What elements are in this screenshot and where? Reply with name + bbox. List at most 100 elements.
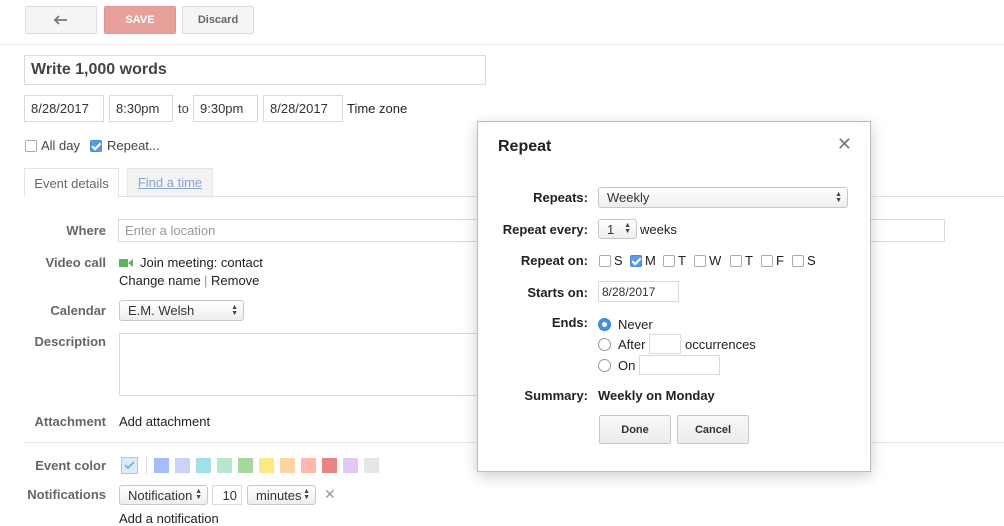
repeat-checkbox[interactable] [90, 140, 102, 152]
event-color-label: Event color [35, 458, 106, 473]
video-call-label: Video call [45, 255, 106, 270]
done-button[interactable]: Done [599, 415, 671, 444]
color-swatch[interactable] [364, 458, 379, 473]
color-swatch[interactable] [196, 458, 211, 473]
where-label: Where [66, 223, 106, 238]
notification-unit-value: minutes [256, 487, 302, 503]
add-notification-link[interactable]: Add a notification [119, 511, 219, 526]
day-label: M [645, 253, 656, 268]
timezone-link[interactable]: Time zone [347, 101, 407, 116]
color-swatch[interactable] [259, 458, 274, 473]
day-checkbox-wednesday[interactable] [694, 255, 706, 267]
occurrences-input[interactable] [649, 334, 681, 354]
starts-on-input[interactable]: 8/28/2017 [598, 281, 679, 302]
notification-amount-input[interactable]: 10 [212, 485, 242, 505]
remove-notification-icon[interactable]: ✕ [324, 486, 336, 503]
ends-on-date-input[interactable] [639, 355, 720, 375]
ends-after-label: After [618, 337, 646, 352]
summary-value: Weekly on Monday [598, 388, 715, 403]
day-checkbox-thursday[interactable] [730, 255, 742, 267]
tab-event-details[interactable]: Event details [24, 168, 119, 197]
description-label: Description [34, 334, 106, 349]
color-swatch[interactable] [154, 458, 169, 473]
select-arrows-icon: ▲ ▼ [303, 488, 310, 501]
join-meeting-link[interactable]: Join meeting: contact [140, 255, 263, 270]
day-label: S [807, 253, 816, 268]
day-checkbox-saturday[interactable] [792, 255, 804, 267]
day-checkbox-tuesday[interactable] [663, 255, 675, 267]
ends-on-label: On [618, 358, 636, 373]
calendar-select[interactable]: E.M. Welsh ▲ ▼ [119, 300, 244, 321]
repeat-every-label: Repeat every: [502, 222, 588, 237]
back-button[interactable] [25, 6, 97, 34]
day-label: T [745, 253, 753, 268]
color-swatch[interactable] [175, 458, 190, 473]
repeat-every-select[interactable]: 1 ▲ ▼ [598, 219, 637, 239]
summary-label: Summary: [524, 388, 588, 403]
change-name-link[interactable]: Change name [119, 273, 201, 288]
event-color-default-swatch[interactable] [121, 457, 138, 474]
color-swatch[interactable] [301, 458, 316, 473]
select-arrows-icon: ▲ ▼ [624, 222, 631, 235]
starts-on-label: Starts on: [527, 285, 588, 300]
event-title-input[interactable]: Write 1,000 words [24, 55, 486, 85]
repeats-label: Repeats: [533, 190, 588, 205]
end-date-input[interactable]: 8/28/2017 [263, 95, 343, 122]
end-time-input[interactable]: 9:30pm [193, 95, 258, 122]
repeat-dialog: Repeat ✕ Repeats: Weekly ▲ ▼ Repeat every… [477, 121, 871, 472]
tab-find-a-time[interactable]: Find a time [127, 168, 213, 196]
day-label: T [678, 253, 686, 268]
all-day-label: All day [41, 138, 81, 153]
notification-type-value: Notification [128, 487, 193, 503]
start-time-input[interactable]: 8:30pm [109, 95, 173, 122]
add-attachment-link[interactable]: Add attachment [119, 414, 210, 429]
save-button[interactable]: SAVE [104, 6, 176, 34]
day-label: F [776, 253, 784, 268]
dialog-title: Repeat [498, 138, 552, 155]
day-label: W [709, 253, 722, 268]
discard-button[interactable]: Discard [182, 6, 254, 34]
ends-after-radio[interactable] [598, 338, 611, 351]
toolbar-divider [0, 44, 1004, 45]
start-date-input[interactable]: 8/28/2017 [24, 95, 104, 122]
color-swatch[interactable] [343, 458, 358, 473]
color-swatch[interactable] [238, 458, 253, 473]
select-arrows-icon: ▲ ▼ [231, 303, 238, 317]
day-checkbox-sunday[interactable] [599, 255, 611, 267]
all-day-checkbox[interactable] [25, 140, 37, 152]
repeat-every-unit: weeks [640, 222, 677, 237]
day-checkbox-friday[interactable] [761, 255, 773, 267]
video-camera-icon [119, 259, 133, 267]
to-label: to [178, 101, 189, 116]
description-textarea[interactable] [119, 333, 499, 396]
calendar-value: E.M. Welsh [128, 303, 195, 318]
select-arrows-icon: ▲ ▼ [835, 190, 842, 204]
notification-unit-select[interactable]: minutes ▲ ▼ [247, 485, 316, 505]
repeat-label: Repeat... [107, 138, 160, 153]
calendar-label: Calendar [50, 303, 106, 318]
notifications-label: Notifications [27, 487, 106, 502]
repeat-every-value: 1 [607, 221, 615, 237]
repeat-on-label: Repeat on: [520, 253, 588, 268]
day-label: S [614, 253, 623, 268]
color-swatch[interactable] [322, 458, 337, 473]
check-icon [124, 461, 135, 470]
remove-link[interactable]: Remove [211, 273, 259, 288]
notification-type-select[interactable]: Notification ▲ ▼ [119, 485, 208, 505]
cancel-button[interactable]: Cancel [677, 415, 749, 444]
ends-label: Ends: [551, 315, 588, 330]
occurrences-label: occurrences [685, 337, 756, 352]
close-icon[interactable]: ✕ [837, 134, 852, 155]
ends-on-radio[interactable] [598, 359, 611, 372]
ends-never-radio[interactable] [598, 318, 611, 331]
repeats-select[interactable]: Weekly ▲ ▼ [598, 187, 848, 208]
attachment-label: Attachment [34, 414, 106, 429]
color-swatch[interactable] [217, 458, 232, 473]
color-divider [146, 457, 147, 474]
back-arrow-icon [53, 15, 67, 25]
ends-never-label: Never [618, 317, 653, 332]
select-arrows-icon: ▲ ▼ [195, 488, 202, 501]
day-checkbox-monday[interactable] [630, 255, 642, 267]
color-swatch[interactable] [280, 458, 295, 473]
repeats-value: Weekly [607, 190, 650, 205]
